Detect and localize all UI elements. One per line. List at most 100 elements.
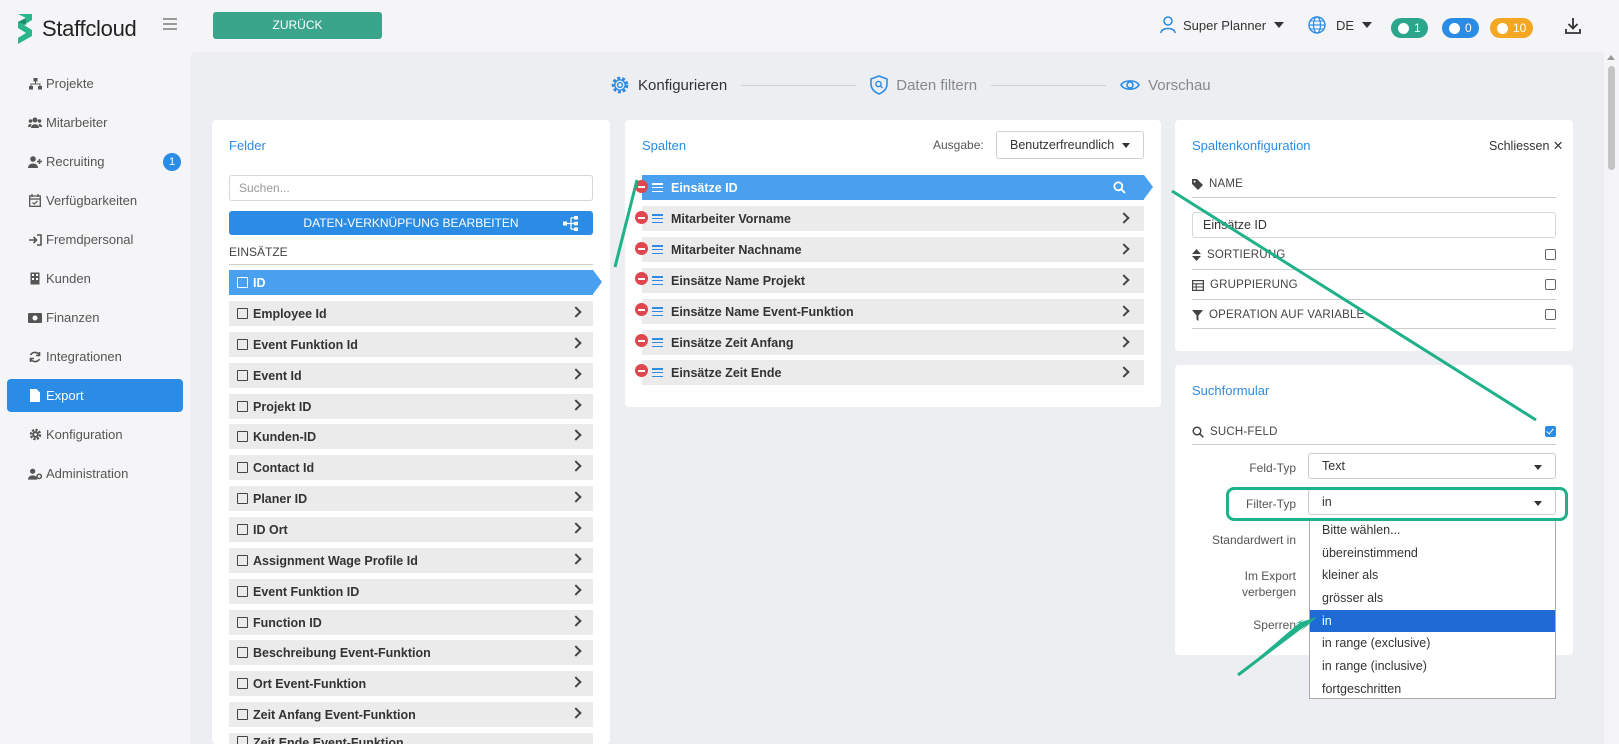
chevron-right-icon[interactable] (570, 707, 582, 719)
such-feld-checkbox[interactable] (1545, 426, 1556, 437)
chevron-right-icon[interactable] (570, 306, 582, 318)
sidebar-item-projekte[interactable]: Projekte (7, 67, 183, 100)
sort-checkbox[interactable] (1545, 249, 1556, 260)
chevron-right-icon[interactable] (570, 337, 582, 349)
download-icon[interactable] (1565, 17, 1581, 35)
checkbox-icon[interactable] (237, 736, 248, 744)
dropdown-option[interactable]: Bitte wählen... (1310, 519, 1555, 542)
sidebar-item-verfuegbarkeiten[interactable]: Verfügbarkeiten (7, 184, 183, 217)
search-icon[interactable] (1113, 181, 1126, 194)
dropdown-option-selected[interactable]: in (1310, 609, 1555, 633)
field-row[interactable]: ID (229, 270, 602, 295)
drag-handle-icon[interactable] (652, 245, 663, 254)
chevron-right-icon[interactable] (1118, 305, 1130, 317)
column-name-input[interactable]: Einsätze ID (1192, 212, 1556, 238)
field-row[interactable]: Function ID (229, 610, 593, 635)
messages-badge[interactable]: 1 (1391, 18, 1428, 38)
scroll-up-icon[interactable] (1607, 55, 1615, 60)
checkbox-icon[interactable] (237, 555, 248, 566)
sidebar-item-finanzen[interactable]: Finanzen (7, 301, 183, 334)
operation-checkbox[interactable] (1545, 309, 1556, 320)
user-menu[interactable]: Super Planner (1160, 16, 1285, 34)
menu-toggle-icon[interactable] (163, 18, 177, 30)
chevron-right-icon[interactable] (1118, 336, 1130, 348)
feld-typ-select[interactable]: Text (1308, 453, 1556, 479)
field-row[interactable]: Event Funktion ID (229, 579, 593, 604)
chevron-right-icon[interactable] (570, 645, 582, 657)
checkbox-icon[interactable] (237, 586, 248, 597)
column-row[interactable]: Einsätze Zeit Ende (642, 360, 1144, 385)
field-row[interactable]: Zeit Anfang Event-Funktion (229, 702, 593, 727)
dropdown-option[interactable]: fortgeschritten (1310, 678, 1555, 701)
chevron-right-icon[interactable] (570, 491, 582, 503)
chevron-right-icon[interactable] (570, 584, 582, 596)
field-row[interactable]: Planer ID (229, 486, 593, 511)
dropdown-option[interactable]: in range (inclusive) (1310, 655, 1555, 678)
field-row[interactable]: Contact Id (229, 455, 593, 480)
checkbox-icon[interactable] (237, 678, 248, 689)
ausgabe-select[interactable]: Benutzerfreundlich (996, 131, 1144, 159)
chevron-right-icon[interactable] (1118, 366, 1130, 378)
field-row[interactable]: Event Id (229, 363, 593, 388)
chevron-right-icon[interactable] (570, 460, 582, 472)
sidebar-item-integrationen[interactable]: Integrationen (7, 340, 183, 373)
dropdown-option[interactable]: übereinstimmend (1310, 542, 1555, 565)
drag-handle-icon[interactable] (652, 368, 663, 377)
drag-handle-icon[interactable] (652, 338, 663, 347)
chevron-right-icon[interactable] (1118, 243, 1130, 255)
field-row[interactable]: Beschreibung Event-Funktion (229, 640, 593, 665)
chevron-right-icon[interactable] (570, 522, 582, 534)
checkbox-icon[interactable] (237, 401, 248, 412)
field-row[interactable]: Kunden-ID (229, 424, 593, 449)
step-vorschau[interactable]: Vorschau (1120, 77, 1211, 94)
sidebar-item-kunden[interactable]: Kunden (7, 262, 183, 295)
chevron-right-icon[interactable] (570, 615, 582, 627)
drag-handle-icon[interactable] (652, 276, 663, 285)
chevron-right-icon[interactable] (1118, 212, 1130, 224)
column-row[interactable]: Mitarbeiter Vorname (642, 206, 1144, 231)
field-row[interactable]: Employee Id (229, 301, 593, 326)
step-konfigurieren[interactable]: Konfigurieren (610, 75, 727, 95)
checkbox-icon[interactable] (237, 370, 248, 381)
checkbox-icon[interactable] (237, 431, 248, 442)
column-row[interactable]: Einsätze ID (642, 175, 1153, 200)
sidebar-item-konfiguration[interactable]: Konfiguration (7, 418, 183, 451)
scrollbar-thumb[interactable] (1608, 66, 1615, 170)
checkbox-icon[interactable] (237, 647, 248, 658)
column-row[interactable]: Mitarbeiter Nachname (642, 237, 1144, 262)
field-row[interactable]: Assignment Wage Profile Id (229, 548, 593, 573)
column-row[interactable]: Einsätze Name Event-Funktion (642, 299, 1144, 324)
dropdown-option[interactable]: kleiner als (1310, 564, 1555, 587)
group-checkbox[interactable] (1545, 279, 1556, 290)
chevron-right-icon[interactable] (570, 368, 582, 380)
remove-column-icon[interactable] (635, 272, 648, 285)
remove-column-icon[interactable] (635, 180, 648, 193)
column-row[interactable]: Einsätze Name Projekt (642, 268, 1144, 293)
drag-handle-icon[interactable] (652, 307, 663, 316)
checkbox-icon[interactable] (237, 524, 248, 535)
remove-column-icon[interactable] (635, 334, 648, 347)
field-row[interactable]: ID Ort (229, 517, 593, 542)
remove-column-icon[interactable] (635, 303, 648, 316)
edit-data-link-button[interactable]: DATEN-VERKNÜPFUNG BEARBEITEN (229, 211, 593, 235)
checkbox-checked-icon[interactable] (237, 277, 248, 288)
sidebar-item-export[interactable]: Export (7, 379, 183, 412)
remove-column-icon[interactable] (635, 211, 648, 224)
chevron-right-icon[interactable] (570, 429, 582, 441)
remove-column-icon[interactable] (635, 364, 648, 377)
chevron-right-icon[interactable] (570, 553, 582, 565)
logo[interactable]: Staffcloud (14, 12, 137, 46)
drag-handle-icon[interactable] (652, 183, 663, 192)
language-selector[interactable]: DE (1308, 16, 1373, 34)
notifications-badge[interactable]: 0 (1442, 18, 1479, 38)
page-scrollbar[interactable] (1604, 52, 1619, 744)
checkbox-icon[interactable] (237, 617, 248, 628)
chevron-right-icon[interactable] (570, 676, 582, 688)
field-row[interactable]: Zeit Ende Event-Funktion (229, 733, 593, 744)
sidebar-item-mitarbeiter[interactable]: Mitarbeiter (7, 106, 183, 139)
dropdown-option[interactable]: in range (exclusive) (1310, 632, 1555, 655)
checkbox-icon[interactable] (237, 709, 248, 720)
close-config-button[interactable]: Schliessen ✕ (1489, 138, 1563, 153)
field-row[interactable]: Ort Event-Funktion (229, 671, 593, 696)
field-search-input[interactable]: Suchen... (229, 175, 593, 201)
